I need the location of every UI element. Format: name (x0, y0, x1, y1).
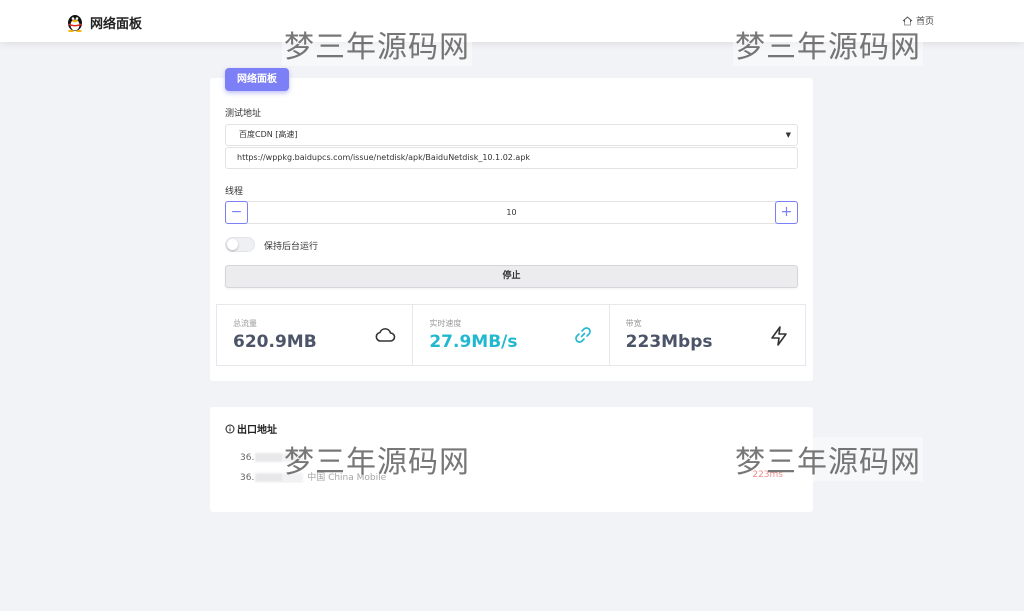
stat-label: 带宽 (625, 319, 642, 328)
source-selected-value: 百度CDN [高速] (239, 130, 298, 139)
stat-value: 620.9MB (233, 332, 317, 352)
threads-stepper: − 10 + (225, 201, 798, 224)
cloud-icon (375, 328, 396, 342)
toggle-knob (227, 239, 238, 250)
exit-address-card: 出口地址 36. 36. 中国 China Mobile 223ms (210, 407, 813, 512)
stat-value: 223Mbps (625, 332, 713, 352)
test-address-label: 测试地址 (225, 109, 262, 119)
link-icon (574, 327, 591, 343)
stat-realtime-speed: 实时速度 27.9MB/s (413, 305, 610, 365)
chevron-down-icon: ▼ (785, 131, 791, 139)
stat-bandwidth: 带宽 223Mbps (610, 305, 805, 365)
top-bar: 网络面板 首页 (0, 0, 1024, 42)
isp-name: 中国 China Mobile (307, 473, 387, 483)
stat-label: 实时速度 (429, 319, 462, 328)
url-input[interactable]: https://wppkg.baidupcs.com/issue/netdisk… (225, 147, 798, 169)
decrement-button[interactable]: − (225, 201, 248, 224)
background-run-label: 保持后台运行 (264, 242, 319, 252)
redacted-ip (255, 453, 304, 462)
home-link[interactable]: 首页 (902, 14, 934, 27)
app-title: 网络面板 (90, 16, 143, 32)
stop-button[interactable]: 停止 (225, 265, 798, 288)
network-panel-card: 网络面板 测试地址 百度CDN [高速] ▼ https://wppkg.bai… (210, 68, 813, 381)
source-select[interactable]: 百度CDN [高速] ▼ (225, 124, 798, 146)
increment-button[interactable]: + (775, 201, 798, 224)
stat-total-traffic: 总流量 620.9MB (217, 305, 414, 365)
list-item: 36. 中国 China Mobile (240, 470, 386, 483)
penguin-logo-icon (68, 15, 82, 32)
threads-label: 线程 (225, 187, 244, 197)
info-icon (225, 424, 235, 433)
background-run-toggle[interactable] (225, 237, 255, 252)
stat-label: 总流量 (233, 319, 257, 328)
threads-value[interactable]: 10 (250, 202, 773, 223)
latency-value: 223ms (752, 470, 783, 480)
stat-value: 27.9MB/s (429, 332, 518, 352)
panel-badge: 网络面板 (225, 68, 289, 91)
stats-row: 总流量 620.9MB 实时速度 27.9MB/s 带宽 223Mbps (216, 304, 806, 366)
redacted-ip (255, 473, 304, 482)
exit-title-text: 出口地址 (237, 425, 277, 436)
brand[interactable]: 网络面板 (66, 12, 142, 32)
home-label: 首页 (916, 17, 935, 27)
list-item: 36. (240, 453, 304, 463)
ip-prefix: 36. (240, 473, 255, 483)
ip-prefix: 36. (240, 453, 255, 463)
lightning-icon (771, 326, 787, 346)
exit-address-title: 出口地址 (225, 421, 277, 436)
home-icon (902, 15, 913, 25)
